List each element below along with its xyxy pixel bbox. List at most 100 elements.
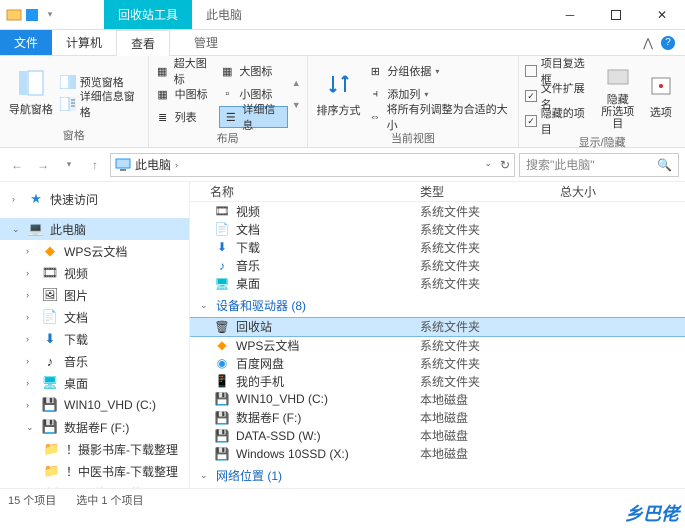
size-all-button[interactable]: ⇔将所有列调整为合适的大小: [367, 106, 512, 128]
list-item[interactable]: ⬇下载系统文件夹: [190, 238, 685, 256]
qat: ▾: [0, 7, 64, 23]
tab-computer[interactable]: 计算机: [52, 30, 116, 55]
tab-view[interactable]: 查看: [116, 30, 170, 56]
music-icon: ♪: [42, 353, 58, 369]
group-by-button[interactable]: ⊞分组依据▾: [367, 60, 512, 82]
sidebar-documents[interactable]: ›📄文档: [0, 306, 189, 328]
wps-icon: ◆: [42, 243, 58, 259]
sidebar-dataf[interactable]: ⌄💾数据卷F (F:): [0, 416, 189, 438]
details-icon: ☰: [223, 109, 238, 125]
refresh-icon[interactable]: ↻: [500, 158, 510, 172]
recent-button[interactable]: ▾: [58, 154, 80, 176]
col-name[interactable]: 名称: [190, 183, 420, 200]
sidebar-desktop[interactable]: ›🖥桌面: [0, 372, 189, 394]
hide-selected-button[interactable]: 隐藏 所选项目: [597, 60, 639, 132]
list-item[interactable]: 🎞视频系统文件夹: [190, 202, 685, 220]
sidebar: ›★快速访问 ⌄💻此电脑 ›◆WPS云文档 ›🎞视频 ›🖼图片 ›📄文档 ›⬇下…: [0, 182, 190, 488]
sm-icon: ▫: [219, 86, 235, 102]
help-icon[interactable]: ?: [661, 36, 675, 50]
watermark: 乡巴佬: [625, 500, 679, 526]
checkbox-checked-icon: ✓: [525, 115, 536, 127]
details-view[interactable]: ☰详细信息: [219, 106, 287, 128]
breadcrumb-thispc[interactable]: 此电脑 ›: [115, 156, 178, 173]
hidden-items[interactable]: ✓隐藏的项目: [525, 110, 592, 132]
search-icon: 🔍: [657, 158, 672, 172]
large-icons[interactable]: ▦大图标: [219, 60, 287, 82]
status-items: 15 个项目: [8, 492, 56, 508]
list-item[interactable]: 💾数据卷F (F:)本地磁盘: [190, 409, 685, 427]
extra-large-icons[interactable]: ▦超大图标: [155, 60, 216, 82]
up-button[interactable]: ↑: [84, 154, 106, 176]
maximize-button[interactable]: [593, 0, 639, 29]
sidebar-video[interactable]: ›🎞视频: [0, 262, 189, 284]
list-item[interactable]: 📄文档系统文件夹: [190, 220, 685, 238]
details-pane-button[interactable]: 详细信息窗格: [60, 93, 142, 115]
desktop-icon: 🖥: [214, 276, 230, 292]
wps-icon: ◆: [214, 337, 230, 353]
doc-icon: 📄: [42, 309, 58, 325]
ctx-recyclebin-tools[interactable]: 回收站工具: [104, 0, 192, 29]
sidebar-photo[interactable]: 📁！摄影书库-下载整理: [0, 438, 189, 460]
ribbon-tabs: 文件 计算机 查看 管理 ⋀ ?: [0, 30, 685, 56]
list-item[interactable]: 💾Windows 10SSD (X:)本地磁盘: [190, 445, 685, 463]
sidebar-pictures[interactable]: ›🖼图片: [0, 284, 189, 306]
tab-manage[interactable]: 管理: [180, 30, 232, 55]
options-button[interactable]: 选项: [643, 60, 679, 132]
list-item[interactable]: 💾DATA-SSD (W:)本地磁盘: [190, 427, 685, 445]
scroll-down-icon[interactable]: ▼: [292, 100, 301, 110]
ribbon-group-layout: ▦超大图标 ▦中图标 ≣列表 ▦大图标 ▫小图标 ☰详细信息 ▲ ▼ 布局: [149, 56, 308, 147]
list-item[interactable]: ◆WPS云文档系统文件夹: [190, 336, 685, 354]
drive-icon: 💾: [214, 446, 230, 462]
download-icon: ⬇: [42, 331, 58, 347]
scroll-up-icon[interactable]: ▲: [292, 78, 301, 88]
sidebar-music[interactable]: ›♪音乐: [0, 350, 189, 372]
list-item[interactable]: 📱我的手机系统文件夹: [190, 372, 685, 390]
group-network[interactable]: ⌄网络位置 (1): [190, 463, 685, 488]
minimize-button[interactable]: ─: [547, 0, 593, 29]
sort-icon: [325, 70, 353, 98]
baidu-icon: ◉: [214, 355, 230, 371]
xl-icon: ▦: [155, 63, 170, 79]
list-item[interactable]: ◉百度网盘系统文件夹: [190, 354, 685, 372]
dropdown-icon[interactable]: ▾: [42, 7, 58, 23]
sidebar-cn[interactable]: 📁！中医书库-下载整理: [0, 460, 189, 482]
sidebar-win10[interactable]: ›💾WIN10_VHD (C:): [0, 394, 189, 416]
file-ext[interactable]: ✓文件扩展名: [525, 85, 592, 107]
chevron-down-icon: ⌄: [200, 470, 210, 481]
list-item[interactable]: 🖥桌面系统文件夹: [190, 275, 685, 293]
sizeall-icon: ⇔: [367, 109, 382, 125]
nav-pane-button[interactable]: 导航窗格: [6, 60, 56, 125]
medium-icons[interactable]: ▦中图标: [155, 83, 216, 105]
list-item-recyclebin[interactable]: 🗑回收站系统文件夹: [190, 318, 685, 336]
forward-button[interactable]: →: [32, 154, 54, 176]
address-input[interactable]: 此电脑 › ⌄ ↻: [110, 153, 515, 177]
tab-file[interactable]: 文件: [0, 30, 52, 55]
sidebar-wps[interactable]: ›◆WPS云文档: [0, 240, 189, 262]
dropdown-icon[interactable]: ⌄: [484, 158, 492, 172]
list-item[interactable]: ♪音乐系统文件夹: [190, 256, 685, 274]
sidebar-downloads[interactable]: ›⬇下载: [0, 328, 189, 350]
col-type[interactable]: 类型: [420, 183, 560, 200]
list-item[interactable]: 💾WIN10_VHD (C:)本地磁盘: [190, 390, 685, 408]
close-button[interactable]: ✕: [639, 0, 685, 29]
collapse-ribbon-icon[interactable]: ⋀: [643, 36, 653, 50]
back-button[interactable]: ←: [6, 154, 28, 176]
sort-button[interactable]: 排序方式: [314, 60, 364, 128]
folder-icon: 📁: [44, 441, 60, 457]
group-devices[interactable]: ⌄设备和驱动器 (8): [190, 293, 685, 318]
hide-icon: [604, 62, 632, 90]
col-size[interactable]: 总大小: [560, 183, 685, 200]
list-view[interactable]: ≣列表: [155, 106, 216, 128]
titlebar: ▾ 回收站工具 此电脑 ─ ✕: [0, 0, 685, 30]
window-controls: ─ ✕: [547, 0, 685, 29]
checkbox-checked-icon: ✓: [525, 90, 536, 102]
options-icon: [647, 72, 675, 100]
sidebar-oday[interactable]: 📁0Day软件下载: [0, 482, 189, 488]
sidebar-thispc[interactable]: ⌄💻此电脑: [0, 218, 189, 240]
addcol-icon: ⫞: [367, 86, 383, 102]
item-checkboxes[interactable]: 项目复选框: [525, 60, 592, 82]
search-input[interactable]: 搜索"此电脑" 🔍: [519, 153, 679, 177]
download-icon: ⬇: [214, 239, 230, 255]
sidebar-quick-access[interactable]: ›★快速访问: [0, 188, 189, 210]
preview-pane-icon: [60, 74, 76, 90]
